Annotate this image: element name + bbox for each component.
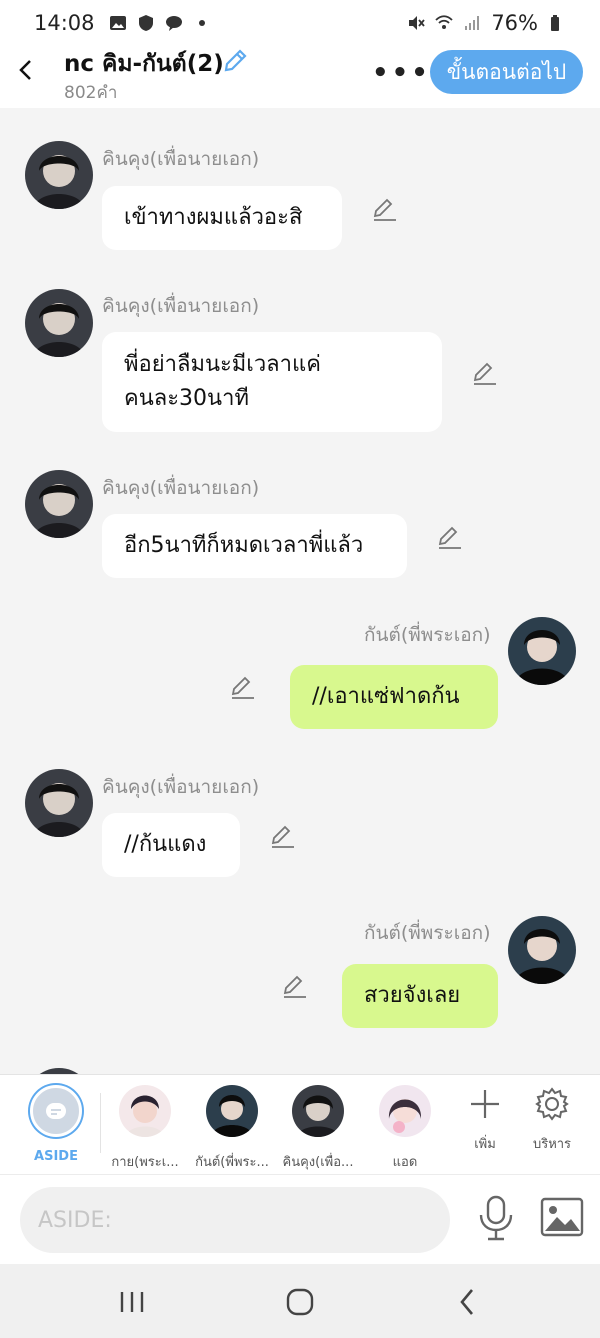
- avatar: [206, 1085, 258, 1137]
- edit-message-icon[interactable]: [472, 360, 498, 386]
- edit-message-icon[interactable]: [270, 823, 296, 849]
- signal-icon: [465, 16, 480, 30]
- sender-name: คินคุง(เพื่อนายเอก): [102, 148, 260, 170]
- plus-icon: [471, 1090, 499, 1118]
- gear-icon: [535, 1087, 569, 1121]
- message-bubble[interactable]: //เอาแซ่ฟาดก้น: [290, 665, 498, 729]
- chat-header: nc คิม-กันต์(2) 802คำ ••• ขั้นตอนต่อไป: [0, 46, 600, 108]
- system-nav-bar: [0, 1264, 600, 1338]
- sender-name: คินคุง(เพื่อนายเอก): [102, 776, 260, 798]
- message-bubble[interactable]: พี่อย่าลืมนะมีเวลาแค่ คนละ30นาที: [102, 332, 442, 432]
- word-count: 802คำ: [64, 83, 118, 103]
- edit-message-icon[interactable]: [282, 973, 308, 999]
- sender-name: กันต์(พี่พระเอก): [364, 624, 491, 646]
- message-text: //เอาแซ่ฟาดก้น: [312, 684, 460, 709]
- avatar-kin[interactable]: [25, 289, 93, 357]
- character-selector: ASIDE กาย(พระเ... กันต์(พี่พระ... คินคุง…: [0, 1074, 600, 1174]
- aside-bubble-icon: [46, 1103, 66, 1119]
- more-options-icon[interactable]: •••: [372, 58, 431, 88]
- character-label: แอด: [392, 1155, 418, 1170]
- manage-label: บริหาร: [532, 1137, 572, 1152]
- avatar-kan[interactable]: [508, 617, 576, 685]
- home-icon[interactable]: [280, 1286, 320, 1318]
- chat-notification-icon: [165, 16, 182, 31]
- message-bubble[interactable]: เข้าทางผมแล้วอะสิ: [102, 186, 342, 250]
- recent-apps-icon[interactable]: [112, 1286, 152, 1318]
- message-bubble[interactable]: สวยจังเลย: [342, 964, 498, 1028]
- avatar-kin[interactable]: [25, 769, 93, 837]
- message-text-line: พี่อย่าลืมนะมีเวลาแค่: [124, 352, 321, 377]
- sender-name: คินคุง(เพื่อนายเอก): [102, 295, 260, 317]
- character-label: ASIDE: [34, 1149, 78, 1164]
- manage-button[interactable]: บริหาร: [517, 1087, 587, 1154]
- character-ad[interactable]: แอด: [360, 1085, 450, 1172]
- edit-message-icon[interactable]: [230, 674, 256, 700]
- avatar: [379, 1085, 431, 1137]
- battery-percent: 76%: [491, 11, 538, 35]
- character-label: กันต์(พี่พระ...: [195, 1155, 269, 1170]
- shield-icon: [138, 15, 153, 31]
- edit-message-icon[interactable]: [437, 524, 463, 550]
- dot-icon: [198, 20, 205, 26]
- message-text: เข้าทางผมแล้วอะสิ: [124, 205, 303, 230]
- status-bar: 14:08 76%: [0, 0, 600, 46]
- message-text: //ก้นแดง: [124, 832, 207, 857]
- chat-area[interactable]: คินคุง(เพื่อนายเอก) เข้าทางผมแล้วอะสิ คิ…: [0, 108, 600, 1074]
- avatar: [119, 1085, 171, 1137]
- character-label: กาย(พระเ...: [111, 1155, 179, 1170]
- battery-icon: [551, 15, 559, 31]
- aside-avatar: [30, 1085, 82, 1137]
- nav-back-icon[interactable]: [448, 1286, 488, 1318]
- message-input[interactable]: [20, 1187, 450, 1253]
- chat-title: nc คิม-กันต์(2): [64, 51, 224, 77]
- message-text-line: คนละ30นาที: [124, 386, 249, 411]
- message-bubble[interactable]: อีก5นาทีก็หมดเวลาพี่แล้ว: [102, 514, 407, 578]
- message-text: สวยจังเลย: [364, 983, 461, 1008]
- message-text: อีก5นาทีก็หมดเวลาพี่แล้ว: [124, 533, 364, 558]
- wifi-icon: [435, 15, 453, 29]
- status-time: 14:08: [34, 11, 95, 35]
- character-guy[interactable]: กาย(พระเ...: [100, 1085, 190, 1172]
- avatar-kin[interactable]: [25, 470, 93, 538]
- edit-message-icon[interactable]: [372, 196, 398, 222]
- character-kin[interactable]: คินคุง(เพื่อ...: [273, 1085, 363, 1172]
- sender-name: คินคุง(เพื่อนายเอก): [102, 477, 260, 499]
- image-icon[interactable]: [540, 1197, 584, 1237]
- sender-name: กันต์(พี่พระเอก): [364, 922, 491, 944]
- message-bubble[interactable]: //ก้นแดง: [102, 813, 240, 877]
- avatar-kin[interactable]: [25, 141, 93, 209]
- avatar-kan[interactable]: [508, 916, 576, 984]
- add-label: เพิ่ม: [474, 1137, 496, 1152]
- character-kan[interactable]: กันต์(พี่พระ...: [187, 1085, 277, 1172]
- edit-title-icon[interactable]: [222, 48, 248, 74]
- gallery-icon: [109, 16, 126, 30]
- microphone-icon[interactable]: [476, 1195, 516, 1241]
- input-bar: [0, 1174, 600, 1264]
- add-character-button[interactable]: เพิ่ม: [450, 1087, 520, 1154]
- mute-icon: [409, 16, 426, 30]
- avatar: [292, 1085, 344, 1137]
- next-step-button[interactable]: ขั้นตอนต่อไป: [430, 50, 583, 94]
- back-arrow-icon[interactable]: [14, 58, 38, 82]
- character-label: คินคุง(เพื่อ...: [282, 1155, 354, 1170]
- character-aside[interactable]: ASIDE: [11, 1085, 101, 1164]
